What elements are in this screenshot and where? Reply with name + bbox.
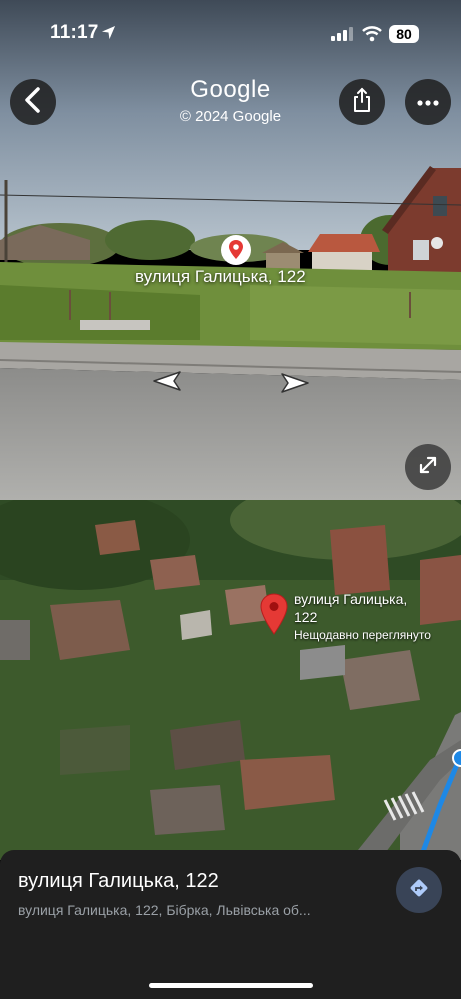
- street-view-place-label[interactable]: вулиця Галицька, 122: [135, 267, 306, 287]
- directions-icon: [408, 877, 430, 904]
- place-address: вулиця Галицька, 122, Бібрка, Львівська …: [18, 902, 311, 918]
- expand-icon: [417, 454, 439, 481]
- map-pin-sublabel: Нещодавно переглянуто: [294, 628, 431, 642]
- battery-indicator: 80: [389, 25, 419, 43]
- map-pin-label-line2: 122: [294, 609, 318, 625]
- header-title: Google: [190, 76, 271, 103]
- nav-left-icon[interactable]: [150, 370, 182, 397]
- nav-right-icon[interactable]: [280, 372, 312, 399]
- status-time: 11:17: [50, 22, 99, 43]
- share-button[interactable]: [339, 79, 385, 125]
- map-pin-icon[interactable]: [259, 592, 289, 641]
- map-pin-label[interactable]: вулиця Галицька, 122 Нещодавно перегляну…: [294, 590, 431, 644]
- more-button[interactable]: [405, 79, 451, 125]
- satellite-map[interactable]: [0, 500, 461, 860]
- expand-button[interactable]: [405, 444, 451, 490]
- place-title: вулиця Галицька, 122: [18, 870, 219, 892]
- more-icon: [417, 93, 439, 111]
- wifi-icon: [362, 26, 382, 47]
- status-bar: 11:17 80: [0, 0, 461, 66]
- share-icon: [352, 87, 372, 118]
- signal-icon: [331, 27, 353, 46]
- map-pin-label-line1: вулиця Галицька,: [294, 591, 408, 607]
- location-arrow-icon: [101, 25, 116, 45]
- directions-button[interactable]: [396, 867, 442, 913]
- header: Google © 2024 Google: [0, 76, 461, 125]
- header-copyright: © 2024 Google: [179, 108, 282, 125]
- home-indicator: [149, 983, 313, 988]
